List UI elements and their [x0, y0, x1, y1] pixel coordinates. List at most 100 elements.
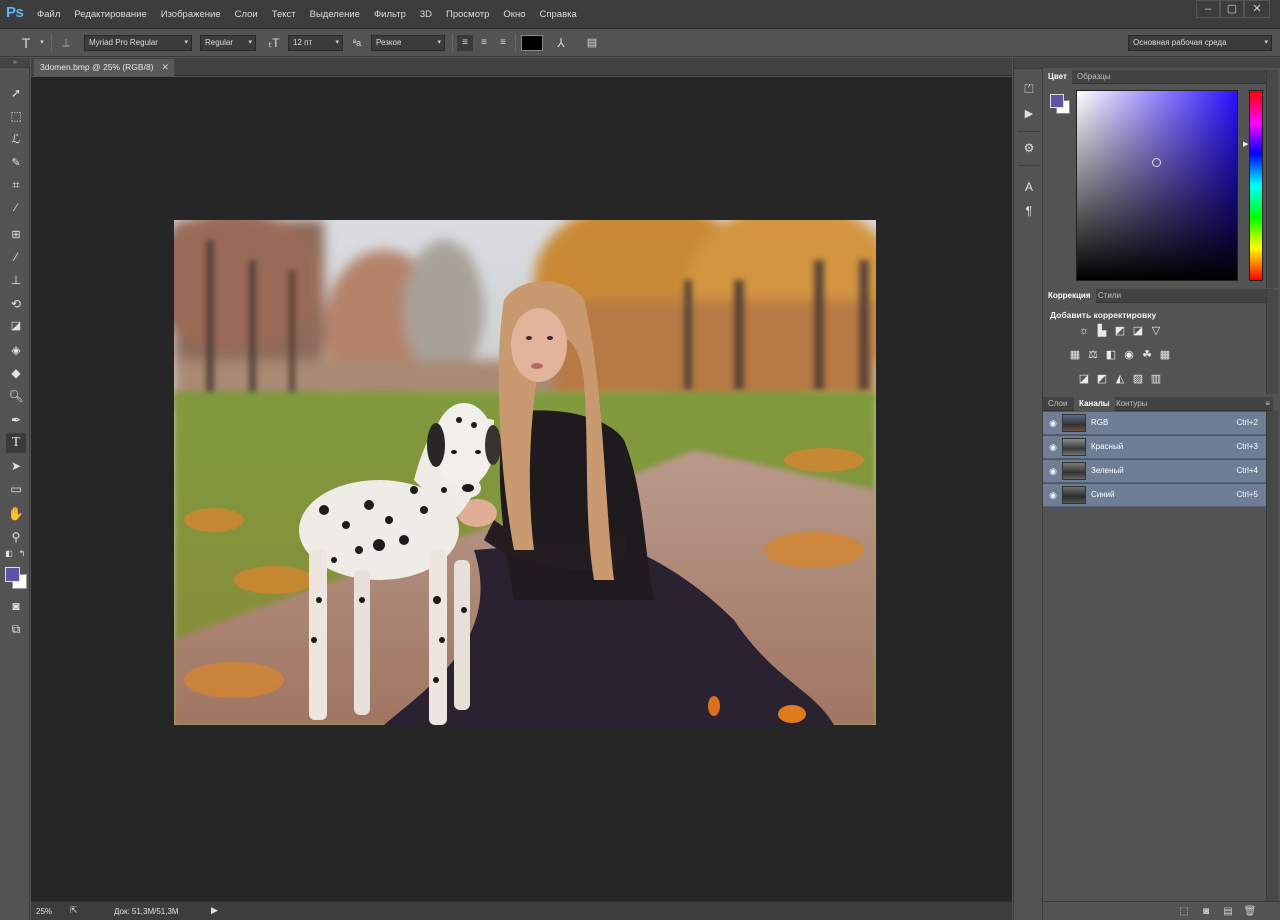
hand-tool-icon[interactable]: ✋ — [6, 504, 26, 524]
swap-colors-icon[interactable]: ↰ — [16, 548, 28, 560]
menu-file[interactable]: Файл — [37, 9, 60, 20]
text-color-swatch[interactable] — [521, 35, 543, 51]
document-tab[interactable]: 3domen.bmp @ 25% (RGB/8) ✕ — [34, 59, 174, 76]
close-icon[interactable]: ✕ — [161, 59, 169, 75]
lasso-tool-icon[interactable]: ℒ — [6, 129, 26, 149]
character-panel-icon[interactable]: ▤ — [584, 35, 600, 51]
type-tool-icon[interactable]: T — [6, 433, 26, 453]
menu-window[interactable]: Окно — [503, 9, 525, 20]
minimize-button[interactable]: – — [1196, 0, 1220, 18]
panel-grip[interactable] — [1043, 58, 1280, 68]
actions-panel-icon[interactable]: ▶ — [1020, 105, 1038, 123]
dock-grip[interactable] — [1014, 58, 1043, 69]
invert-icon[interactable]: ◪ — [1077, 372, 1091, 386]
eye-icon[interactable]: ◉ — [1047, 441, 1059, 453]
font-size-select[interactable]: 12 пт ▾ — [288, 35, 343, 51]
menu-view[interactable]: Просмотр — [446, 9, 489, 20]
marquee-tool-icon[interactable]: ⬚ — [6, 106, 26, 126]
load-selection-icon[interactable]: ⬚ — [1177, 905, 1191, 919]
toolbox-grip[interactable]: » — [0, 58, 30, 68]
menu-type[interactable]: Текст — [272, 9, 296, 20]
menu-filter[interactable]: Фильтр — [374, 9, 406, 20]
paragraph-panel-icon[interactable]: ¶ — [1020, 202, 1038, 220]
color-balance-icon[interactable]: ⚖ — [1086, 348, 1100, 362]
hue-slider[interactable] — [1249, 90, 1263, 281]
tab-adjustments[interactable]: Коррекция — [1043, 289, 1096, 303]
foreground-color-swatch[interactable] — [1050, 94, 1064, 108]
tab-color[interactable]: Цвет — [1043, 70, 1072, 84]
panel-menu-icon[interactable]: ≡ — [1265, 397, 1270, 410]
properties-panel-icon[interactable]: ⚙ — [1020, 139, 1038, 157]
foreground-color-swatch[interactable] — [5, 567, 20, 582]
levels-icon[interactable]: ▙ — [1095, 324, 1109, 338]
quick-selection-tool-icon[interactable]: ✎ — [6, 153, 26, 173]
channel-row-green[interactable]: ◉ Зеленый Ctrl+4 — [1043, 460, 1266, 483]
photo-filter-icon[interactable]: ◉ — [1122, 348, 1136, 362]
align-left-icon[interactable]: ≡ — [457, 35, 473, 51]
zoom-tool-icon[interactable]: ⚲ — [6, 527, 26, 547]
channel-row-rgb[interactable]: ◉ RGB Ctrl+2 — [1043, 412, 1266, 435]
zoom-level-field[interactable]: 25% — [36, 906, 64, 918]
text-orientation-icon[interactable]: ⟂ — [58, 35, 74, 51]
eye-icon[interactable]: ◉ — [1047, 489, 1059, 501]
menu-image[interactable]: Изображение — [161, 9, 221, 20]
eraser-tool-icon[interactable]: ◪ — [6, 316, 26, 336]
share-icon[interactable]: ⇱ — [70, 905, 78, 916]
paint-bucket-tool-icon[interactable]: ◈ — [6, 340, 26, 360]
tab-channels[interactable]: Каналы — [1074, 397, 1115, 411]
workspace-select[interactable]: Основная рабочая среда ▾ — [1128, 35, 1272, 51]
menu-select[interactable]: Выделение — [310, 9, 360, 20]
healing-brush-tool-icon[interactable]: ⊞ — [6, 225, 26, 245]
character-panel-icon[interactable]: A — [1020, 178, 1038, 196]
color-panel-scrollbar[interactable] — [1266, 70, 1278, 288]
move-tool-icon[interactable]: ➚ — [6, 83, 26, 103]
posterize-icon[interactable]: ◩ — [1095, 372, 1109, 386]
eyedropper-tool-icon[interactable]: ⁄ — [6, 198, 26, 218]
rectangle-tool-icon[interactable]: ▭ — [6, 479, 26, 499]
preset-dropdown-icon[interactable]: ▾ — [34, 35, 50, 51]
default-colors-icon[interactable]: ◧ — [3, 548, 15, 560]
pen-tool-icon[interactable]: ✒ — [6, 410, 26, 430]
close-button[interactable]: ✕ — [1244, 0, 1270, 18]
vibrance-icon[interactable]: ▽ — [1149, 324, 1163, 338]
tab-swatches[interactable]: Образцы — [1072, 70, 1116, 84]
quick-mask-icon[interactable]: ◙ — [6, 596, 26, 616]
exposure-icon[interactable]: ◪ — [1131, 324, 1145, 338]
font-style-select[interactable]: Regular ▾ — [200, 35, 256, 51]
gradient-map-icon[interactable]: ▥ — [1149, 372, 1163, 386]
brightness-contrast-icon[interactable]: ☼ — [1077, 324, 1091, 338]
adjustments-panel-scrollbar[interactable] — [1266, 290, 1278, 394]
document-image[interactable] — [174, 220, 876, 725]
delete-channel-icon[interactable]: 🗑︎ — [1243, 905, 1257, 919]
black-white-icon[interactable]: ◧ — [1104, 348, 1118, 362]
threshold-icon[interactable]: ◭ — [1113, 372, 1127, 386]
dodge-tool-icon[interactable]: 🔍︎ — [6, 386, 26, 406]
antialias-select[interactable]: Резкое ▾ — [371, 35, 445, 51]
type-tool-preset-icon[interactable]: T — [18, 35, 34, 51]
curves-icon[interactable]: ◩ — [1113, 324, 1127, 338]
eye-icon[interactable]: ◉ — [1047, 417, 1059, 429]
menu-edit[interactable]: Редактирование — [74, 9, 146, 20]
hue-slider-handle[interactable]: ▶ — [1243, 140, 1248, 148]
color-picker-cursor[interactable] — [1152, 158, 1161, 167]
path-selection-tool-icon[interactable]: ➤ — [6, 456, 26, 476]
menu-layers[interactable]: Слои — [235, 9, 258, 20]
new-channel-icon[interactable]: ▤ — [1221, 905, 1235, 919]
brush-tool-icon[interactable]: ⁄ — [6, 247, 26, 267]
selective-color-icon[interactable]: ▨ — [1131, 372, 1145, 386]
color-picker-field[interactable] — [1076, 90, 1238, 281]
align-center-icon[interactable]: ≡ — [476, 35, 492, 51]
maximize-button[interactable]: ▢ — [1220, 0, 1244, 18]
canvas-area[interactable] — [31, 77, 1012, 901]
history-panel-icon[interactable]: ⏍ — [1020, 80, 1038, 98]
color-lookup-icon[interactable]: ▦ — [1158, 348, 1172, 362]
warp-text-icon[interactable]: ⅄ — [553, 35, 569, 51]
clone-stamp-tool-icon[interactable]: ⊥ — [6, 270, 26, 290]
save-selection-icon[interactable]: ◙ — [1199, 905, 1213, 919]
tab-styles[interactable]: Стили — [1093, 289, 1126, 303]
blur-tool-icon[interactable]: ◆ — [6, 363, 26, 383]
history-brush-tool-icon[interactable]: ⟲ — [6, 294, 26, 314]
channel-row-red[interactable]: ◉ Красный Ctrl+3 — [1043, 436, 1266, 459]
font-family-select[interactable]: Myriad Pro Regular ▾ — [84, 35, 192, 51]
channel-row-blue[interactable]: ◉ Синий Ctrl+5 — [1043, 484, 1266, 507]
